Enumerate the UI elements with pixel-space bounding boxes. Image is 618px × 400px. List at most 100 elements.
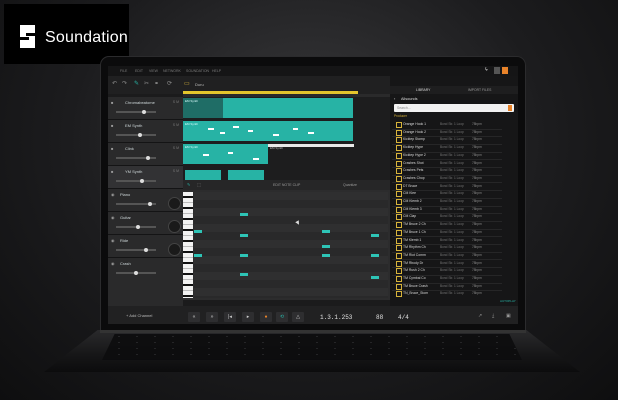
link-icon[interactable]: ⚭ bbox=[154, 80, 159, 87]
track-name[interactable]: Chromabeatome bbox=[125, 100, 155, 105]
quantize-select[interactable]: Quantize bbox=[343, 183, 357, 187]
volume-slider[interactable] bbox=[116, 111, 156, 113]
midi-note[interactable] bbox=[240, 254, 248, 257]
loop-icon[interactable]: ⟳ bbox=[167, 80, 172, 87]
track-buttons[interactable]: S M bbox=[173, 169, 179, 173]
track-buttons[interactable]: S M bbox=[173, 100, 179, 104]
rewind-button[interactable]: « bbox=[188, 312, 200, 322]
library-back-label[interactable]: Allsounds bbox=[401, 97, 417, 101]
tab-library[interactable]: LIBRARY bbox=[416, 88, 430, 92]
pencil-tool-icon[interactable]: ✎ bbox=[134, 80, 139, 87]
clip-label: EM Synth bbox=[185, 122, 199, 126]
drum-pad[interactable] bbox=[168, 243, 181, 256]
drum-pad[interactable] bbox=[168, 220, 181, 233]
loop-button[interactable]: ⟲ bbox=[276, 312, 288, 322]
add-channel-button[interactable]: + Add Channel bbox=[126, 313, 152, 318]
track-name[interactable]: Ride bbox=[120, 238, 128, 243]
clip[interactable] bbox=[183, 121, 353, 141]
redo-icon[interactable]: ↷ bbox=[122, 80, 127, 87]
drum-track-header[interactable]: ◉ Crash bbox=[108, 258, 183, 307]
library-item[interactable]: TN_Bruce_Stom Bond Str. 1 Loop 78bpm bbox=[392, 289, 502, 298]
piano-keys[interactable] bbox=[183, 192, 193, 298]
folder-icon bbox=[396, 291, 402, 298]
search-input[interactable]: Search... bbox=[394, 104, 514, 112]
track-name[interactable]: YM Synth bbox=[125, 169, 142, 174]
volume-knob[interactable] bbox=[134, 270, 138, 275]
search-clear-icon[interactable] bbox=[508, 105, 512, 111]
volume-knob[interactable] bbox=[136, 224, 140, 229]
volume-knob[interactable] bbox=[148, 201, 152, 206]
track-name[interactable]: Guitar bbox=[120, 215, 131, 220]
back-arrow-icon[interactable]: ‹ bbox=[394, 96, 395, 101]
midi-note[interactable] bbox=[322, 230, 330, 233]
volume-knob[interactable] bbox=[146, 155, 150, 160]
note-grid[interactable] bbox=[194, 192, 388, 298]
menu-file[interactable]: FILE bbox=[120, 69, 127, 73]
menu-help[interactable]: HELP bbox=[212, 69, 221, 73]
track-buttons[interactable]: S M bbox=[173, 123, 179, 127]
drum-pad[interactable] bbox=[168, 197, 181, 210]
autoplay-label[interactable]: AUTOPLAY bbox=[500, 299, 516, 303]
volume-knob[interactable] bbox=[144, 247, 148, 252]
export-icon[interactable]: ⤓ bbox=[492, 313, 494, 319]
track-name[interactable]: Piano bbox=[120, 192, 130, 197]
drum-track-header[interactable]: ◉ Ride bbox=[108, 235, 183, 258]
drum-track-header[interactable]: ◉ Guitar bbox=[108, 212, 183, 235]
track-header[interactable]: ■ Clink S M bbox=[108, 143, 183, 166]
select-icon[interactable]: ⬚ bbox=[197, 182, 201, 187]
drum-track-header[interactable]: ◉ Piano bbox=[108, 189, 183, 212]
midi-note[interactable] bbox=[240, 213, 248, 216]
track-header[interactable]: ■ EM Synth S M bbox=[108, 120, 183, 143]
clip[interactable] bbox=[223, 98, 353, 118]
midi-note[interactable] bbox=[322, 245, 330, 248]
midi-note[interactable] bbox=[194, 230, 202, 233]
midi-note[interactable] bbox=[371, 234, 379, 237]
save-icon[interactable]: ▣ bbox=[506, 313, 511, 319]
midi-note[interactable] bbox=[240, 273, 248, 276]
midi-note[interactable] bbox=[322, 254, 330, 257]
track-name[interactable]: EM Synth bbox=[125, 123, 142, 128]
fast-forward-button[interactable]: » bbox=[206, 312, 218, 322]
position-display[interactable]: 1.3.1.253 bbox=[320, 314, 352, 321]
volume-slider[interactable] bbox=[116, 157, 156, 159]
time-signature-display[interactable]: 4/4 bbox=[398, 314, 409, 321]
tempo-display[interactable]: 88 bbox=[376, 314, 383, 321]
midi-note[interactable] bbox=[371, 254, 379, 257]
drum-icon: ◉ bbox=[111, 215, 115, 220]
undo-icon[interactable]: ↶ bbox=[112, 80, 117, 87]
volume-knob[interactable] bbox=[142, 109, 146, 114]
settings-icon[interactable] bbox=[494, 67, 500, 74]
record-button[interactable]: ● bbox=[260, 312, 272, 322]
menu-edit[interactable]: EDIT bbox=[135, 69, 143, 73]
track-buttons[interactable]: S M bbox=[173, 146, 179, 150]
volume-slider[interactable] bbox=[116, 249, 156, 251]
library-nav: ‹ Allsounds bbox=[390, 94, 518, 103]
volume-slider[interactable] bbox=[116, 134, 156, 136]
menu-network[interactable]: NETWORK bbox=[163, 69, 181, 73]
record-status-icon[interactable] bbox=[502, 67, 508, 74]
menu-soundation[interactable]: SOUNDATION bbox=[186, 69, 209, 73]
track-header[interactable]: ■ YM Synth S M bbox=[108, 166, 183, 189]
midi-note[interactable] bbox=[371, 276, 379, 279]
volume-slider[interactable] bbox=[116, 180, 156, 182]
midi-note[interactable] bbox=[194, 254, 202, 257]
track-name[interactable]: Crash bbox=[120, 261, 131, 266]
share-icon[interactable]: ↗ bbox=[478, 313, 482, 319]
project-tab-label[interactable]: Duru bbox=[195, 82, 204, 87]
tab-import-files[interactable]: IMPORT FILES bbox=[468, 88, 491, 92]
pencil-icon[interactable]: ✎ bbox=[187, 182, 190, 187]
folder-icon[interactable]: ▭ bbox=[184, 80, 190, 87]
metronome-button[interactable]: △ bbox=[292, 312, 304, 322]
track-header[interactable]: ■ Chromabeatome S M bbox=[108, 97, 183, 120]
midi-note[interactable] bbox=[240, 234, 248, 237]
menu-view[interactable]: VIEW bbox=[149, 69, 158, 73]
go-to-start-button[interactable]: |◂ bbox=[224, 312, 236, 322]
library-item-meta: Bond Str. 1 Loop bbox=[440, 145, 464, 150]
play-button[interactable]: ▸ bbox=[242, 312, 254, 322]
lightning-icon[interactable]: ϟ bbox=[485, 67, 488, 73]
volume-knob[interactable] bbox=[138, 132, 142, 137]
library-item-tempo: 78bpm bbox=[472, 175, 482, 180]
track-name[interactable]: Clink bbox=[125, 146, 134, 151]
scissors-icon[interactable]: ✂ bbox=[144, 80, 149, 87]
volume-knob[interactable] bbox=[140, 178, 144, 183]
